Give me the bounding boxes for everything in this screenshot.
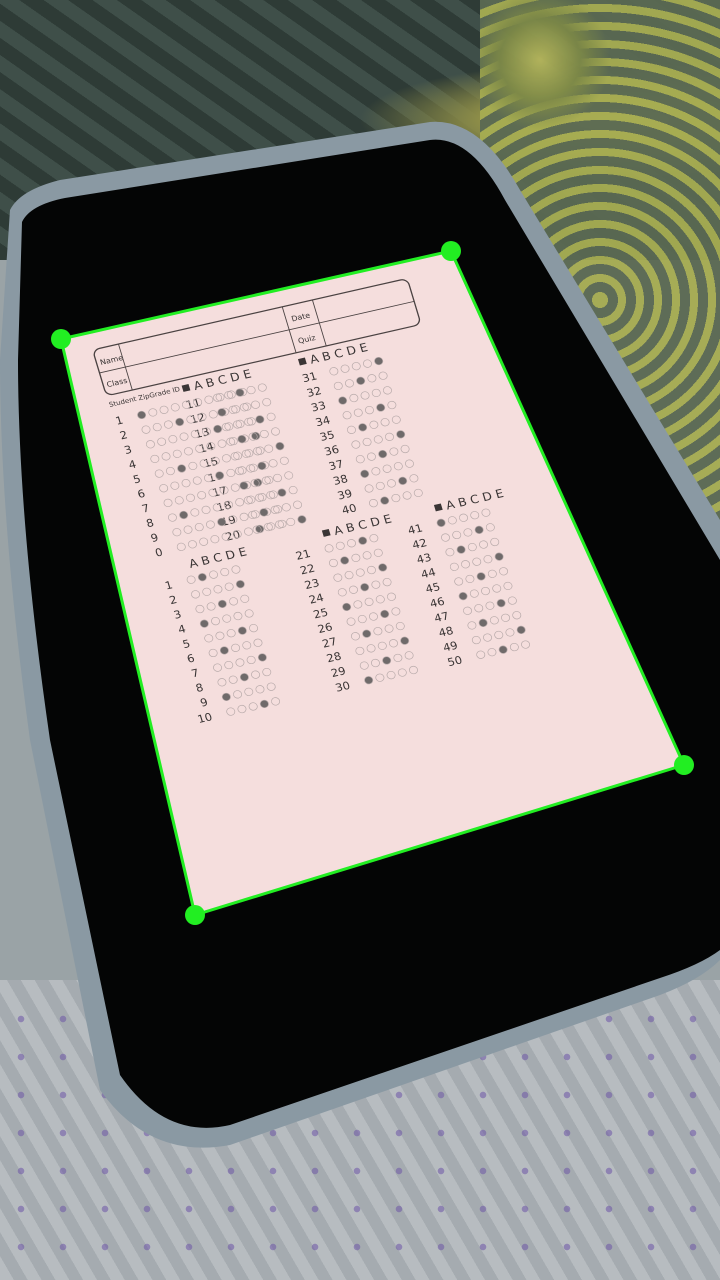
corner-handle-bottom-left[interactable] (185, 905, 205, 925)
corner-handle-top-left[interactable] (51, 329, 71, 349)
corner-handle-bottom-right[interactable] (674, 755, 694, 775)
corner-handle-top-right[interactable] (441, 241, 461, 261)
